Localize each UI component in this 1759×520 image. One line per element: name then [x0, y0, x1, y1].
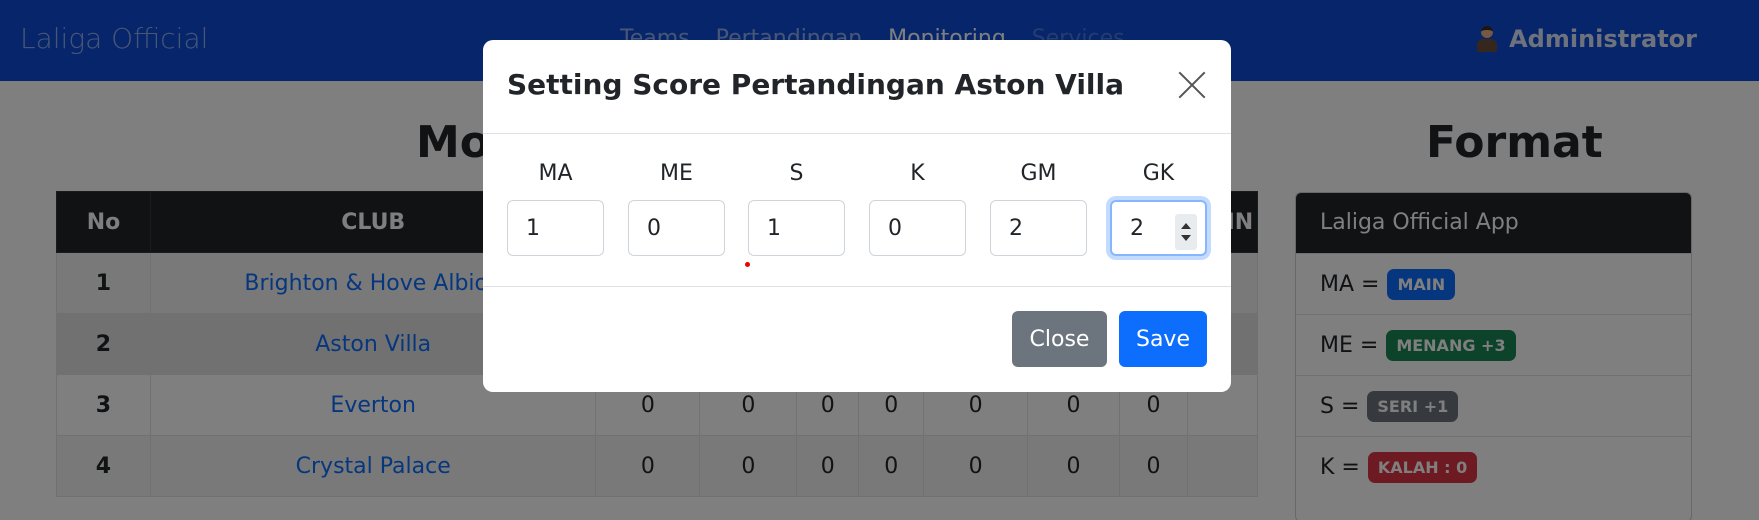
- field-k: K: [869, 160, 966, 256]
- k-input[interactable]: [869, 200, 966, 256]
- s-input[interactable]: [748, 200, 845, 256]
- field-s: S: [748, 160, 845, 256]
- close-icon[interactable]: [1177, 70, 1207, 100]
- field-label: K: [910, 161, 925, 186]
- modal-body: MA ME S K GM GK: [483, 134, 1231, 287]
- field-ma: MA: [507, 160, 604, 256]
- modal-title: Setting Score Pertandingan Aston Villa: [507, 68, 1125, 101]
- field-label: MA: [538, 161, 573, 186]
- ma-input[interactable]: [507, 200, 604, 256]
- field-gk: GK: [1110, 160, 1207, 256]
- cursor-dot: [745, 262, 750, 267]
- close-button[interactable]: Close: [1012, 311, 1107, 367]
- field-label: GK: [1142, 161, 1175, 186]
- chevron-down-icon[interactable]: [1181, 235, 1191, 241]
- me-input[interactable]: [628, 200, 725, 256]
- field-gm: GM: [990, 160, 1087, 256]
- score-modal: Setting Score Pertandingan Aston Villa M…: [483, 40, 1231, 392]
- field-label: GM: [1020, 161, 1057, 186]
- chevron-up-icon[interactable]: [1181, 223, 1191, 229]
- number-spinner[interactable]: [1175, 214, 1197, 250]
- modal-footer: Close Save: [483, 287, 1231, 391]
- modal-header: Setting Score Pertandingan Aston Villa: [483, 40, 1231, 134]
- gm-input[interactable]: [990, 200, 1087, 256]
- field-label: ME: [660, 161, 693, 186]
- field-me: ME: [628, 160, 725, 256]
- save-button[interactable]: Save: [1119, 311, 1207, 367]
- field-label: S: [789, 161, 804, 186]
